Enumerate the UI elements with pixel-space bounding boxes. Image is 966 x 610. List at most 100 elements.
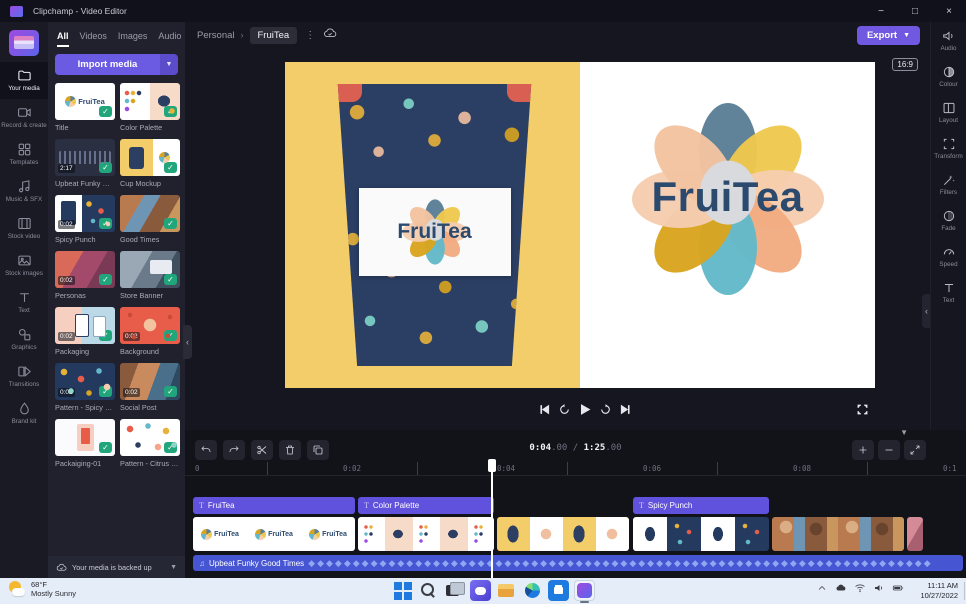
media-thumbnail[interactable]: ✓ [120, 195, 180, 232]
media-item-cup-mockup[interactable]: ✓ Cup Mockup [120, 139, 180, 188]
playhead[interactable] [491, 462, 493, 578]
text-clip-color-palette[interactable]: T Color Palette [358, 497, 494, 514]
media-thumbnail[interactable]: ✓ [120, 419, 180, 456]
video-clip-title[interactable]: FruiTea FruiTea FruiTea [193, 517, 355, 551]
taskbar-clock[interactable]: 11:11 AM 10/27/2022 [920, 581, 958, 600]
close-button[interactable]: × [932, 0, 966, 22]
breadcrumb-personal[interactable]: Personal [197, 30, 235, 41]
play-button[interactable] [575, 400, 593, 418]
import-dropdown-arrow[interactable]: ▼ [160, 54, 178, 75]
sidebar-item-your-media[interactable]: Your media [0, 62, 48, 99]
media-thumbnail[interactable]: 0:02 ✓ [55, 195, 115, 232]
media-thumbnail[interactable]: 0:02 ✓ [120, 307, 180, 344]
battery-icon[interactable] [892, 582, 904, 594]
timeline-ruler[interactable]: 0 0:02 0:04 0:06 0:08 0:1 [185, 462, 966, 476]
volume-icon[interactable] [873, 582, 885, 594]
media-item-background[interactable]: 0:02 ✓ Background [120, 307, 180, 356]
media-item-spicy-punch[interactable]: 0:02 ✓ Spicy Punch [55, 195, 115, 244]
tab-images[interactable]: Images [118, 31, 148, 47]
sidebar-item-record-create[interactable]: Record & create [0, 99, 48, 136]
media-item-social-post[interactable]: 0:02 ✓ Social Post [120, 363, 180, 412]
media-thumbnail[interactable]: 0:02 ✓ [120, 363, 180, 400]
breadcrumb-project-name[interactable]: FruiTea [250, 27, 298, 44]
sidebar-item-graphics[interactable]: Graphics [0, 321, 48, 358]
video-clip-spicy-punch[interactable] [633, 517, 769, 551]
rewind-button[interactable] [555, 400, 573, 418]
media-item-title[interactable]: FruiTea ✓ Title [55, 83, 115, 132]
video-clip-partial[interactable] [907, 517, 923, 551]
media-item-personas[interactable]: 0:02 ✓ Personas [55, 251, 115, 300]
edge-browser-icon[interactable] [522, 580, 543, 601]
media-thumbnail[interactable]: ✓ [120, 139, 180, 176]
media-thumbnail[interactable]: 0:02 ✓ [55, 251, 115, 288]
more-options-icon[interactable]: ⋮ [305, 30, 315, 41]
sidebar-item-brand-kit[interactable]: Brand kit [0, 395, 48, 432]
zoom-fit-button[interactable] [904, 440, 926, 460]
aspect-ratio-badge[interactable]: 16:9 [892, 58, 918, 71]
media-item-pattern-citrus-blast[interactable]: ✓ Pattern - Citrus Blast [120, 419, 180, 468]
media-item-good-times[interactable]: ✓ Good Times [120, 195, 180, 244]
sidebar-item-templates[interactable]: Templates [0, 136, 48, 173]
tool-speed[interactable]: Speed [931, 238, 966, 274]
sidebar-item-music-sfx[interactable]: Music & SFX [0, 173, 48, 210]
tool-layout[interactable]: Layout [931, 94, 966, 130]
tool-text[interactable]: Text [931, 274, 966, 310]
fullscreen-icon[interactable] [853, 400, 871, 418]
audio-clip-upbeat-funky-good-times[interactable]: ♫ Upbeat Funky Good Times [193, 555, 963, 571]
media-item-store-banner[interactable]: ✓ Store Banner [120, 251, 180, 300]
tool-fade[interactable]: Fade [931, 202, 966, 238]
clipchamp-logo[interactable] [9, 30, 39, 56]
teams-chat-icon[interactable] [470, 580, 491, 601]
media-thumbnail[interactable]: 0:02 ✓ [55, 363, 115, 400]
wifi-icon[interactable] [854, 582, 866, 594]
video-clip-color-palette[interactable] [358, 517, 494, 551]
tool-audio[interactable]: Audio [931, 22, 966, 58]
media-thumbnail[interactable]: ✓ [55, 419, 115, 456]
media-thumbnail[interactable]: FruiTea ✓ [55, 83, 115, 120]
media-item-color-palette[interactable]: ✓ Color Palette [120, 83, 180, 132]
backup-status-bar[interactable]: Your media is backed up ▼ [48, 556, 185, 578]
tab-audio[interactable]: Audio [158, 31, 181, 47]
sidebar-item-stock-video[interactable]: Stock video [0, 210, 48, 247]
minimize-button[interactable]: − [864, 0, 898, 22]
taskbar-weather-widget[interactable]: 68°F Mostly Sunny [8, 580, 76, 598]
search-icon[interactable] [418, 580, 439, 601]
sidebar-item-text[interactable]: Text [0, 284, 48, 321]
tray-chevron-icon[interactable] [816, 582, 828, 594]
skip-to-start-button[interactable] [535, 400, 553, 418]
chevron-down-icon[interactable]: ▼ [170, 564, 177, 571]
microsoft-store-icon[interactable] [548, 580, 569, 601]
maximize-button[interactable]: □ [898, 0, 932, 22]
zoom-out-button[interactable] [878, 440, 900, 460]
clipchamp-taskbar-icon[interactable] [574, 580, 595, 601]
text-clip-spicy-punch[interactable]: T Spicy Punch [633, 497, 769, 514]
media-thumbnail[interactable]: 2:17 ✓ [55, 139, 115, 176]
file-explorer-icon[interactable] [496, 580, 517, 601]
video-clip-cup-mockup[interactable] [497, 517, 629, 551]
media-thumbnail[interactable]: ✓ [120, 251, 180, 288]
media-item-packaiging-01[interactable]: ✓ Packaiging-01 [55, 419, 115, 468]
media-thumbnail[interactable]: ✓ [120, 83, 180, 120]
task-view-icon[interactable] [444, 580, 465, 601]
tab-all[interactable]: All [57, 31, 69, 47]
video-canvas[interactable]: FruiTea FruiTea [285, 62, 875, 388]
media-item-pattern-spicy-punch[interactable]: 0:02 ✓ Pattern - Spicy Punch [55, 363, 115, 412]
video-clip-good-times[interactable] [772, 517, 904, 551]
fast-forward-button[interactable] [596, 400, 614, 418]
media-item-upbeat-audio[interactable]: 2:17 ✓ Upbeat Funky Good Tim... [55, 139, 115, 188]
onedrive-cloud-icon[interactable] [835, 582, 847, 594]
start-button[interactable] [392, 580, 413, 601]
export-button[interactable]: Export ▼ [857, 26, 920, 45]
timeline-collapse-chevron[interactable]: ▼ [900, 428, 908, 437]
media-item-packaging[interactable]: 0:02 ✓ Packaging [55, 307, 115, 356]
media-panel-collapse-handle[interactable]: ‹ [183, 325, 192, 359]
tool-colour[interactable]: Colour [931, 58, 966, 94]
cloud-sync-icon[interactable] [323, 26, 337, 45]
sidebar-item-stock-images[interactable]: Stock images [0, 247, 48, 284]
tool-transform[interactable]: Transform [931, 130, 966, 166]
media-thumbnail[interactable]: 0:02 ✓ [55, 307, 115, 344]
tool-filters[interactable]: Filters [931, 166, 966, 202]
zoom-in-button[interactable] [852, 440, 874, 460]
sidebar-item-transitions[interactable]: Transitions [0, 358, 48, 395]
import-media-button[interactable]: Import media ▼ [55, 54, 178, 75]
